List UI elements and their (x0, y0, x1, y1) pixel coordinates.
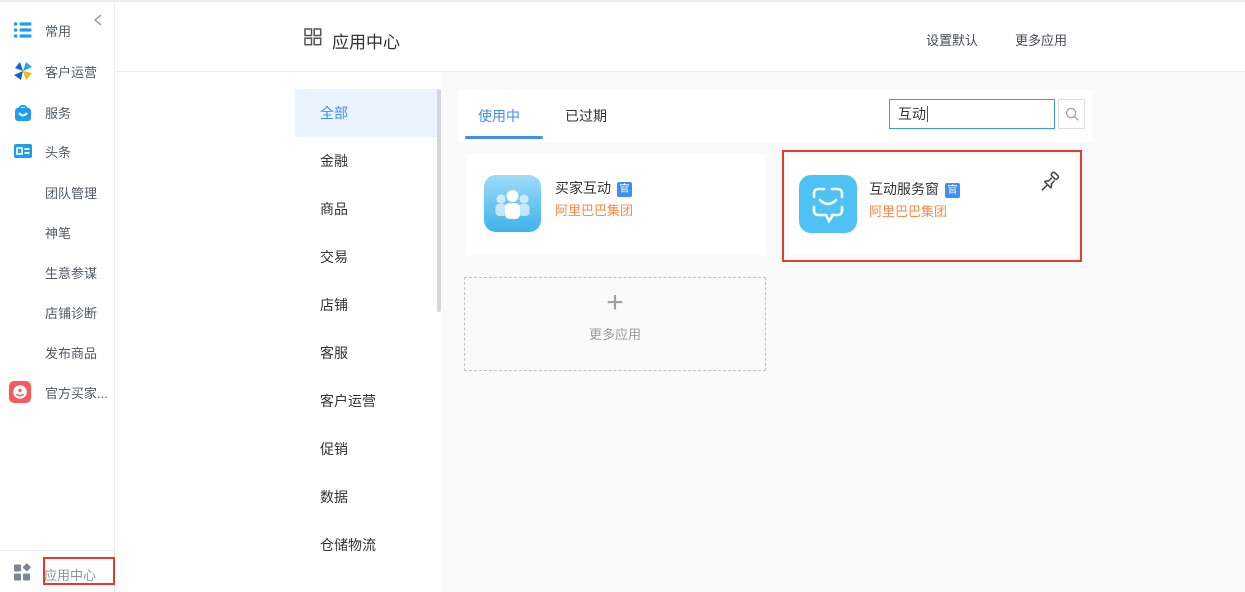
more-apps-label: 更多应用 (465, 324, 765, 343)
sidebar-item-headlines[interactable]: 头条 (0, 139, 115, 163)
sidebar-item-common[interactable]: 常用 (0, 18, 115, 42)
official-badge: 官 (945, 183, 960, 198)
sidebar-item-label: 团队管理 (45, 183, 97, 202)
active-tab-underline (465, 136, 543, 139)
text-caret (927, 106, 928, 122)
news-card-icon (11, 139, 35, 163)
sidebar-item-team-management[interactable]: 团队管理 (0, 180, 115, 204)
category-customer-ops[interactable]: 客户运营 (295, 377, 441, 425)
search-icon (1064, 106, 1080, 122)
apps-grid-icon (12, 562, 32, 582)
category-warehouse-logistics[interactable]: 仓储物流 (295, 521, 441, 569)
plus-icon: + (465, 288, 765, 318)
sidebar-item-publish-product[interactable]: 发布商品 (0, 340, 115, 364)
category-data[interactable]: 数据 (295, 473, 441, 521)
left-sidebar: 常用 客户运营 服务 (0, 2, 115, 592)
category-promotion[interactable]: 促销 (295, 425, 441, 473)
sidebar-item-label: 生意参谋 (45, 263, 97, 282)
app-vendor-link[interactable]: 阿里巴巴集团 (869, 201, 947, 220)
more-apps-card[interactable]: + 更多应用 (464, 277, 766, 371)
category-shop[interactable]: 店铺 (295, 281, 441, 329)
category-trade[interactable]: 交易 (295, 233, 441, 281)
bag-icon (11, 100, 35, 124)
app-card-buyer-interaction[interactable]: 买家互动官 阿里巴巴集团 (467, 154, 765, 255)
app-card-interactive-service-window[interactable]: 互动服务窗官 阿里巴巴集团 (789, 155, 1075, 255)
people-group-icon (484, 175, 541, 232)
set-default-button[interactable]: 设置默认 (926, 30, 978, 49)
tab-in-use[interactable]: 使用中 (478, 106, 520, 126)
category-all[interactable]: 全部 (295, 89, 441, 137)
tab-bar: 使用中 已过期 互动 (458, 90, 1092, 142)
app-center-window: 常用 客户运营 服务 (0, 0, 1245, 592)
search-input[interactable]: 互动 (889, 99, 1055, 129)
more-apps-button[interactable]: 更多应用 (1015, 30, 1067, 49)
app-name: 买家互动官 (555, 178, 632, 198)
sidebar-item-label: 店铺诊断 (45, 303, 97, 322)
official-badge: 官 (617, 182, 632, 197)
sidebar-item-shenbi[interactable]: 神笔 (0, 220, 115, 244)
sidebar-item-label: 服务 (45, 103, 71, 122)
list-icon (11, 18, 35, 42)
sidebar-item-label: 头条 (45, 142, 71, 161)
pin-icon (1039, 171, 1061, 193)
category-finance[interactable]: 金融 (295, 137, 441, 185)
sidebar-item-label: 常用 (45, 21, 71, 40)
pin-button[interactable] (1039, 171, 1061, 193)
category-customer-service[interactable]: 客服 (295, 329, 441, 377)
tab-expired[interactable]: 已过期 (565, 106, 607, 126)
sidebar-item-label: 应用中心 (44, 565, 96, 584)
sidebar-item-label: 神笔 (45, 223, 71, 242)
page-title: 应用中心 (332, 28, 400, 53)
category-panel: 全部 金融 商品 交易 店铺 客服 客户运营 促销 数据 仓储物流 (295, 89, 441, 569)
page-header: 应用中心 设置默认 更多应用 (116, 2, 1245, 72)
grid-icon (303, 27, 323, 47)
sidebar-item-label: 客户运营 (45, 62, 97, 81)
app-name: 互动服务窗官 (869, 179, 960, 199)
sidebar-item-label: 发布商品 (45, 343, 97, 362)
sidebar-item-service[interactable]: 服务 (0, 100, 115, 124)
sidebar-item-shop-diagnosis[interactable]: 店铺诊断 (0, 300, 115, 324)
sidebar-item-business-advisor[interactable]: 生意参谋 (0, 260, 115, 284)
category-products[interactable]: 商品 (295, 185, 441, 233)
app-vendor-link[interactable]: 阿里巴巴集团 (555, 200, 633, 219)
main-content: 使用中 已过期 互动 (441, 72, 1245, 592)
sidebar-item-official-buyer[interactable]: 官方买家... (0, 380, 115, 404)
sidebar-divider (0, 550, 115, 551)
chat-window-icon (799, 175, 857, 233)
sidebar-item-label: 官方买家... (45, 383, 108, 402)
sidebar-item-app-center[interactable]: 应用中心 (0, 560, 115, 586)
red-app-icon (8, 380, 32, 404)
pinwheel-icon (11, 59, 35, 83)
search-button[interactable] (1058, 99, 1085, 129)
sidebar-item-customer-ops[interactable]: 客户运营 (0, 59, 115, 83)
search-value: 互动 (898, 104, 926, 124)
